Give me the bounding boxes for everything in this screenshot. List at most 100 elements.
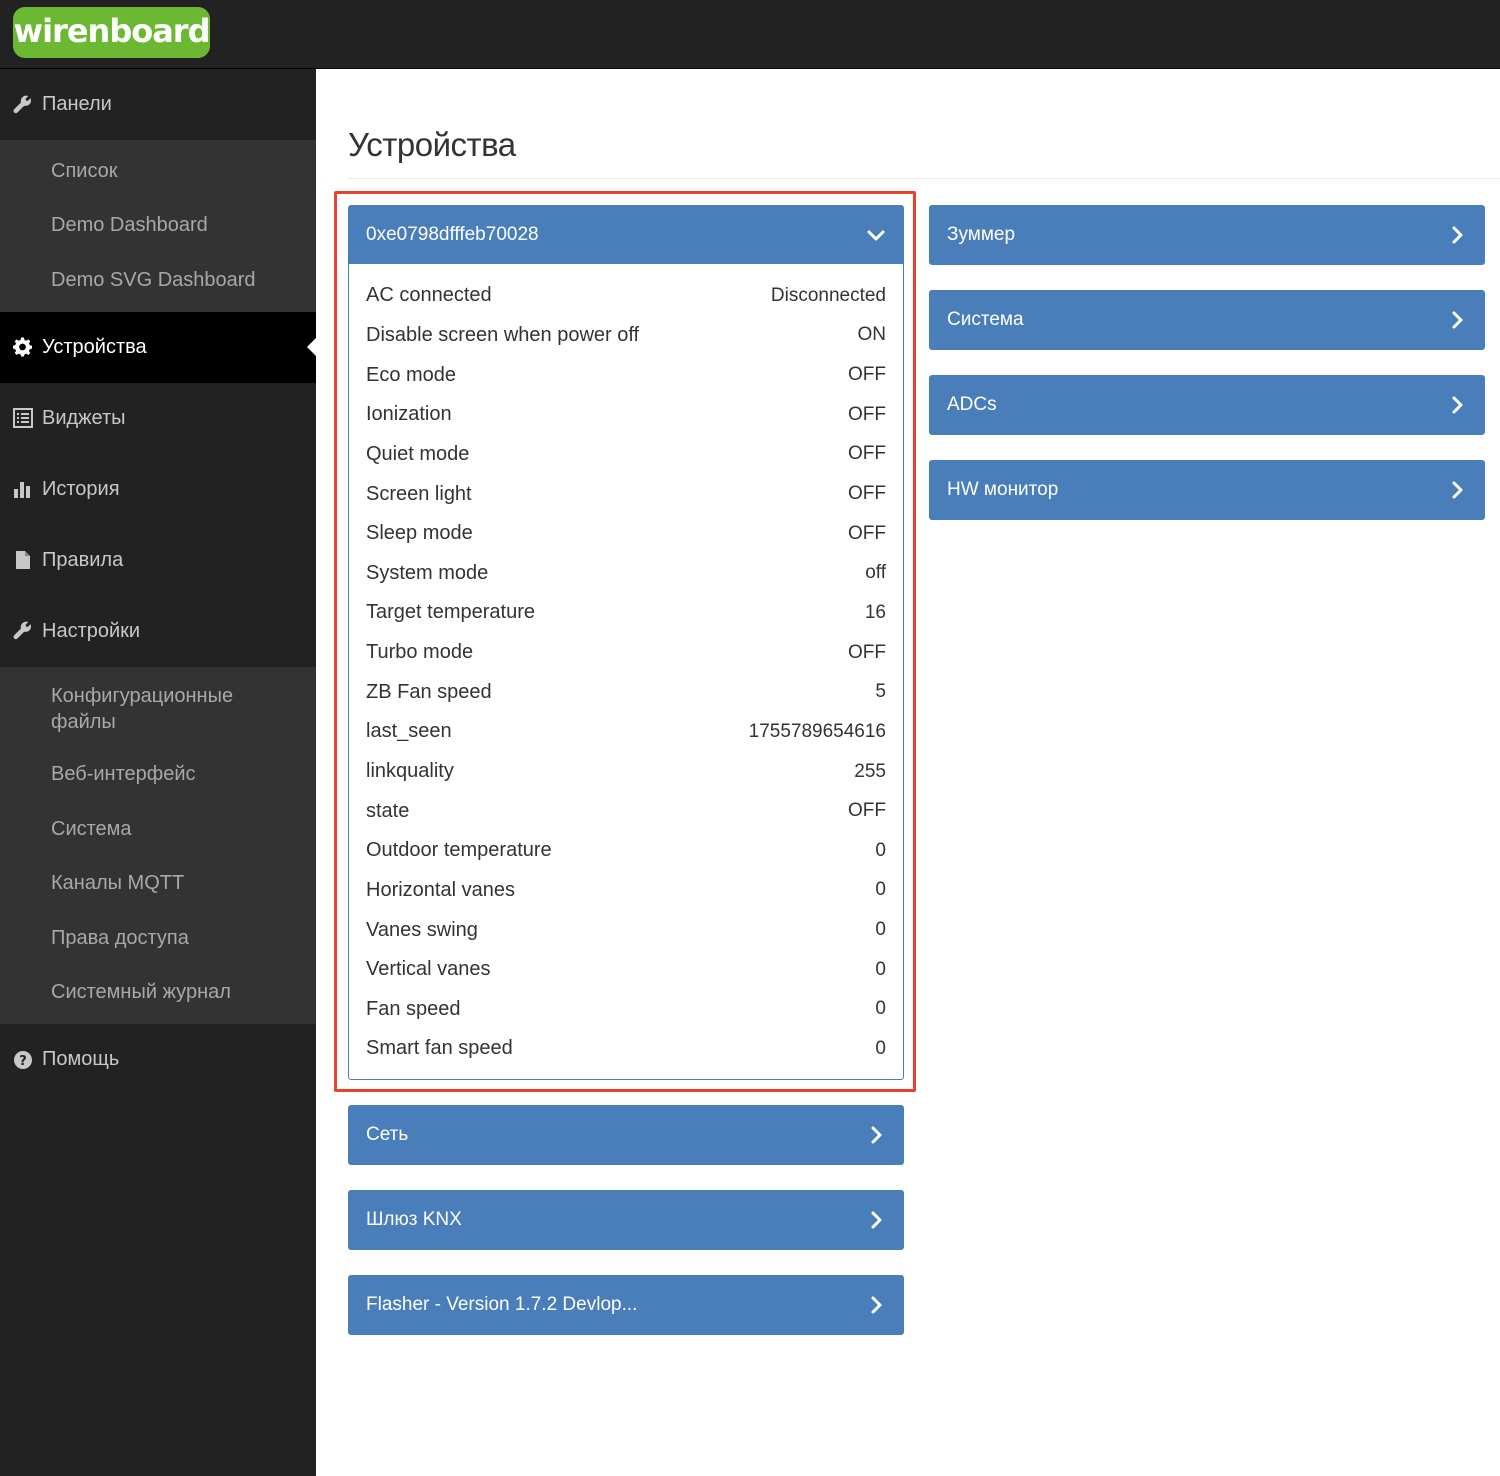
device-name: Сеть — [366, 1124, 409, 1145]
sidebar-subitem-access-rights[interactable]: Права доступа — [0, 911, 316, 966]
page-title: Устройства — [348, 126, 516, 163]
device-name: Шлюз KNX — [366, 1209, 462, 1230]
control-row: state OFF — [366, 791, 886, 831]
title-divider — [348, 178, 1500, 179]
file-icon — [12, 549, 34, 571]
device-panel-header[interactable]: Flasher - Version 1.7.2 Devlop... — [349, 1276, 903, 1334]
sidebar-item-label: Устройства — [42, 335, 147, 358]
sidebar-subitem-config-files[interactable]: Конфигурационные файлы — [0, 671, 316, 748]
control-label: Disable screen when power off — [366, 323, 640, 346]
sidebar-item-label: Помощь — [42, 1048, 120, 1070]
control-row: Disable screen when power off ON — [366, 316, 886, 356]
chevron-right-icon[interactable] — [866, 1125, 886, 1145]
device-name: HW монитор — [947, 479, 1059, 500]
device-panel-expanded: 0xe0798dfffeb70028 AC connected Disconnec… — [348, 205, 904, 1080]
control-value: 0 — [875, 919, 886, 941]
chevron-down-icon[interactable] — [866, 225, 886, 245]
control-label: Fan speed — [366, 997, 461, 1020]
control-label: last_seen — [366, 720, 452, 743]
control-value: OFF — [848, 522, 886, 544]
sidebar-subitem-list[interactable]: Список — [0, 144, 316, 199]
sidebar-item-widgets[interactable]: Виджеты — [0, 383, 316, 454]
sidebar-subitem-demo-svg-dashboard[interactable]: Demo SVG Dashboard — [0, 253, 316, 308]
device-panel-system[interactable]: Система — [929, 290, 1485, 350]
control-value: 16 — [864, 601, 886, 623]
device-panel-hw-monitor[interactable]: HW монитор — [929, 460, 1485, 520]
chevron-right-icon[interactable] — [1447, 395, 1467, 415]
control-value: 5 — [875, 681, 886, 703]
control-row: ZB Fan speed 5 — [366, 672, 886, 712]
sidebar-subitem-mqtt-channels[interactable]: Каналы MQTT — [0, 857, 316, 912]
sidebar-item-rules[interactable]: Правила — [0, 525, 316, 596]
device-panel-header[interactable]: 0xe0798dfffeb70028 — [349, 206, 903, 264]
sidebar-subitem-web-ui[interactable]: Веб-интерфейс — [0, 748, 316, 803]
device-name: ADCs — [947, 394, 997, 415]
control-label: Outdoor temperature — [366, 839, 552, 862]
control-row: Ionization OFF — [366, 395, 886, 435]
control-label: Vertical vanes — [366, 958, 491, 981]
device-panel-header[interactable]: Зуммер — [930, 206, 1484, 264]
device-panel-knx-gateway[interactable]: Шлюз KNX — [348, 1190, 904, 1250]
device-panel-flasher[interactable]: Flasher - Version 1.7.2 Devlop... — [348, 1275, 904, 1335]
control-row: Target temperature 16 — [366, 593, 886, 633]
control-row: Outdoor temperature 0 — [366, 831, 886, 871]
sidebar-item-label: Правила — [42, 548, 124, 571]
device-panel-header[interactable]: Шлюз KNX — [349, 1191, 903, 1249]
wirenboard-logo[interactable]: wirenboard — [13, 7, 210, 58]
control-row: AC connected Disconnected — [366, 276, 886, 316]
wrench-icon — [12, 620, 34, 642]
chevron-right-icon[interactable] — [866, 1295, 886, 1315]
sidebar-item-panels[interactable]: Панели — [0, 69, 316, 140]
device-panel-buzzer[interactable]: Зуммер — [929, 205, 1485, 265]
control-label: ZB Fan speed — [366, 680, 492, 703]
device-panel-header[interactable]: HW монитор — [930, 461, 1484, 519]
sidebar-item-help[interactable]: ? Помощь — [0, 1024, 316, 1095]
chevron-right-icon[interactable] — [1447, 310, 1467, 330]
control-label: linkquality — [366, 760, 454, 782]
control-value: 0 — [875, 839, 886, 861]
sidebar-subitem-demo-dashboard[interactable]: Demo Dashboard — [0, 199, 316, 254]
device-panel-header[interactable]: Система — [930, 291, 1484, 349]
sidebar-subitem-system-log[interactable]: Системный журнал — [0, 966, 316, 1021]
control-label: Horizontal vanes — [366, 878, 515, 901]
device-panel-adcs[interactable]: ADCs — [929, 375, 1485, 435]
control-row: last_seen 1755789654616 — [366, 712, 886, 752]
control-value: OFF — [848, 800, 886, 822]
sidebar-subitem-system[interactable]: Система — [0, 802, 316, 857]
control-label: state — [366, 799, 410, 822]
chevron-right-icon[interactable] — [866, 1210, 886, 1230]
control-label: Ionization — [366, 403, 452, 426]
control-value: 0 — [875, 879, 886, 901]
sidebar-item-label: Панели — [42, 93, 112, 115]
control-value: 0 — [875, 998, 886, 1020]
control-value: OFF — [848, 443, 886, 465]
device-name: Зуммер — [947, 224, 1016, 245]
sidebar-item-settings[interactable]: Настройки — [0, 596, 316, 667]
control-row: Vertical vanes 0 — [366, 950, 886, 990]
device-panel-network[interactable]: Сеть — [348, 1105, 904, 1165]
sidebar-item-history[interactable]: История — [0, 454, 316, 525]
control-value: 255 — [854, 760, 886, 782]
settings-submenu: Конфигурационные файлы Веб-интерфейс Сис… — [0, 666, 316, 1024]
control-label: Target temperature — [366, 601, 535, 624]
device-panel-header[interactable]: Сеть — [349, 1106, 903, 1164]
control-row: Quiet mode OFF — [366, 435, 886, 475]
gear-icon — [12, 336, 34, 358]
chevron-right-icon[interactable] — [1447, 225, 1467, 245]
control-value: OFF — [848, 483, 886, 505]
device-controls-list: AC connected Disconnected Disable screen w… — [349, 264, 903, 1069]
control-row: Eco mode OFF — [366, 355, 886, 395]
sidebar-item-devices[interactable]: Устройства — [0, 311, 316, 383]
device-panel-header[interactable]: ADCs — [930, 376, 1484, 434]
control-label: AC connected — [366, 284, 492, 307]
control-row: Smart fan speed 0 — [366, 1029, 886, 1069]
control-row: Fan speed 0 — [366, 990, 886, 1030]
control-value: OFF — [848, 641, 886, 663]
sidebar: Панели Список Demo Dashboard Demo SVG Da… — [0, 69, 316, 1476]
chevron-right-icon[interactable] — [1447, 480, 1467, 500]
control-row: Sleep mode OFF — [366, 514, 886, 554]
control-row: Horizontal vanes 0 — [366, 871, 886, 911]
control-row: Turbo mode OFF — [366, 633, 886, 673]
top-navbar: wirenboard — [0, 0, 1500, 69]
control-value: ON — [857, 324, 887, 346]
